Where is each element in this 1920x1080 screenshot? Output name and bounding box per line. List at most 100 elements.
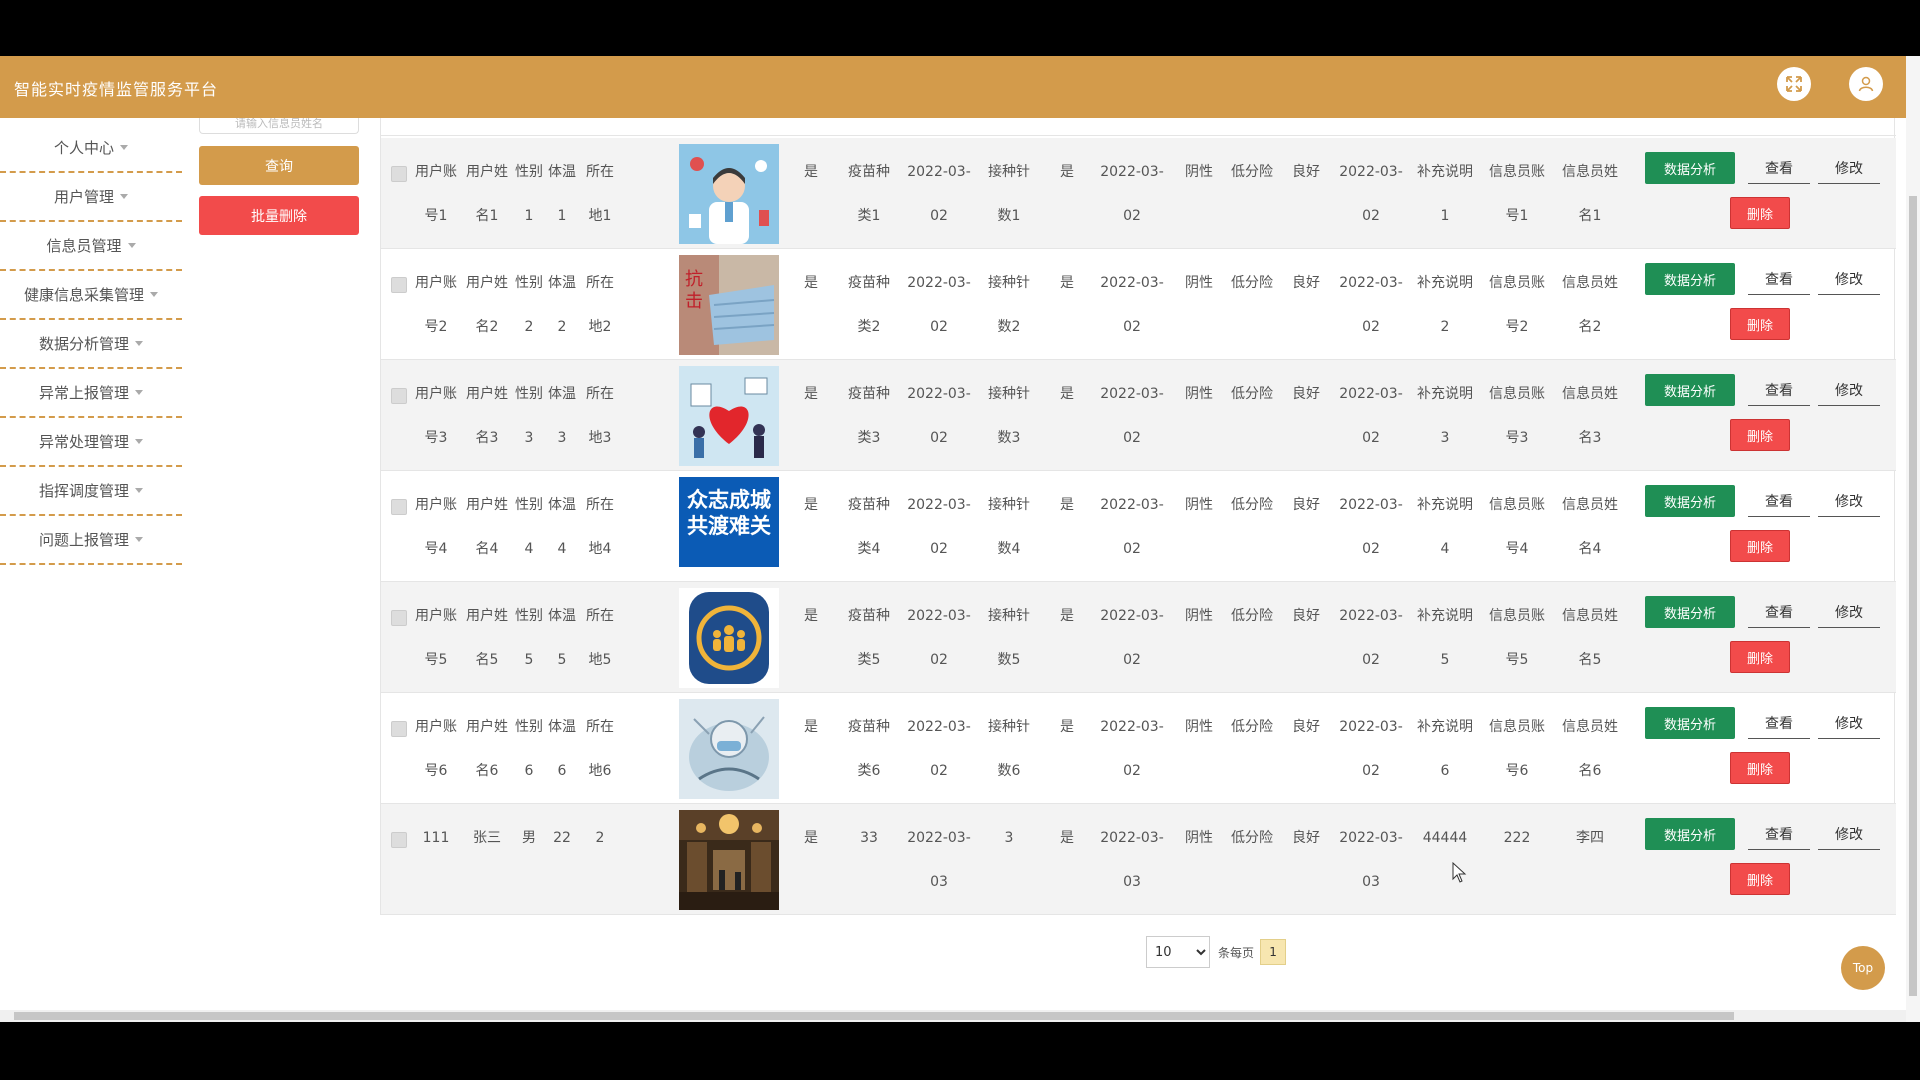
cell-note: 补充说明 4 <box>1417 497 1473 557</box>
cell-report-date: 2022-03- 02 <box>1339 719 1403 779</box>
view-button[interactable]: 查看 <box>1748 707 1810 739</box>
caret-down-icon <box>135 537 143 542</box>
cell-report-date: 2022-03- 02 <box>1339 386 1403 446</box>
scroll-thumb[interactable] <box>1909 196 1917 996</box>
cell-vaccine-type: 33 <box>860 830 878 846</box>
sidebar-item-issue-report[interactable]: 问题上报管理 <box>0 516 182 565</box>
cell-location: 所在 地5 <box>586 608 614 668</box>
edit-button[interactable]: 修改 <box>1818 152 1880 184</box>
edit-button[interactable]: 修改 <box>1818 707 1880 739</box>
cell-vaccine-date: 2022-03- 02 <box>907 497 971 557</box>
sidebar-item-label: 数据分析管理 <box>38 335 129 353</box>
poster-line-1: 众志成城 <box>687 488 771 512</box>
cell-officer-account: 信息员账 号6 <box>1489 719 1545 779</box>
cell-note: 补充说明 6 <box>1417 719 1473 779</box>
user-icon[interactable] <box>1849 67 1883 101</box>
edit-button[interactable]: 修改 <box>1818 596 1880 628</box>
view-button[interactable]: 查看 <box>1748 263 1810 295</box>
table-row: 用户账 号3 用户姓 名3 性别 3 体温 3 所在 地3 是疫苗种 类3 2022-03-… <box>381 360 1896 471</box>
sidebar-item-dispatch[interactable]: 指挥调度管理 <box>0 467 182 516</box>
cell-vaccine-date: 2022-03- 02 <box>907 386 971 446</box>
screen: 智能实时疫情监管服务平台 个人中心 用户管理 信息员管理 健康信息采集管理 数据… <box>0 0 1920 1080</box>
cell-note: 补充说明 5 <box>1417 608 1473 668</box>
back-to-top-button[interactable]: Top <box>1841 946 1885 990</box>
sidebar-item-anomaly-handling[interactable]: 异常处理管理 <box>0 418 182 467</box>
search-input[interactable]: 请输入信息员姓名 <box>199 118 359 134</box>
view-button[interactable]: 查看 <box>1748 152 1810 184</box>
delete-button[interactable]: 删除 <box>1730 419 1790 451</box>
view-button[interactable]: 查看 <box>1748 818 1810 850</box>
delete-button[interactable]: 删除 <box>1730 308 1790 340</box>
fullscreen-icon[interactable] <box>1777 67 1811 101</box>
table-row: 用户账 号1 用户姓 名1 性别 1 体温 1 所在 地1 是疫苗种 类1 2022-03-… <box>381 138 1896 249</box>
cell-officer-account: 信息员账 号5 <box>1489 608 1545 668</box>
row-thumbnail[interactable] <box>679 366 779 466</box>
delete-button[interactable]: 删除 <box>1730 863 1790 895</box>
view-button[interactable]: 查看 <box>1748 374 1810 406</box>
edit-button[interactable]: 修改 <box>1818 485 1880 517</box>
caret-down-icon <box>135 439 143 444</box>
row-thumbnail[interactable] <box>679 144 779 244</box>
data-analysis-button[interactable]: 数据分析 <box>1645 374 1735 406</box>
query-button[interactable]: 查询 <box>199 146 359 185</box>
sidebar-item-personal-center[interactable]: 个人中心 <box>0 124 182 173</box>
page-number-current[interactable]: 1 <box>1260 939 1287 965</box>
data-table: 用户账 号1 用户姓 名1 性别 1 体温 1 所在 地1 是疫苗种 类1 2022-03-… <box>380 118 1896 918</box>
row-thumbnail[interactable] <box>679 810 779 910</box>
delete-button[interactable]: 删除 <box>1730 752 1790 784</box>
sidebar-item-label: 问题上报管理 <box>38 531 129 549</box>
row-thumbnail[interactable]: 众志成城 共渡难关 <box>679 477 779 577</box>
svg-text:抗: 抗 <box>685 269 703 290</box>
cell-officer-name: 信息员姓 名4 <box>1562 497 1618 557</box>
cell-report-date: 2022-03- 02 <box>1339 275 1403 335</box>
cell-note: 44444 <box>1422 830 1468 846</box>
data-analysis-button[interactable]: 数据分析 <box>1645 152 1735 184</box>
top-bar: 智能实时疫情监管服务平台 <box>0 56 1920 118</box>
data-analysis-button[interactable]: 数据分析 <box>1645 263 1735 295</box>
sidebar-item-data-analysis[interactable]: 数据分析管理 <box>0 320 182 369</box>
view-button[interactable]: 查看 <box>1748 596 1810 628</box>
poster-line-2: 共渡难关 <box>687 514 771 538</box>
view-button[interactable]: 查看 <box>1748 485 1810 517</box>
cell-officer-name: 信息员姓 名2 <box>1562 275 1618 335</box>
sidebar-item-user-management[interactable]: 用户管理 <box>0 173 182 222</box>
sidebar-item-label: 指挥调度管理 <box>38 482 129 500</box>
cell-vaccine-type: 疫苗种 类1 <box>848 164 890 224</box>
cell-vaccine-date: 2022-03- 02 <box>907 275 971 335</box>
row-thumbnail[interactable]: 抗击 <box>679 255 779 355</box>
app-title: 智能实时疫情监管服务平台 <box>14 80 219 99</box>
delete-button[interactable]: 删除 <box>1730 641 1790 673</box>
sidebar-item-officer-management[interactable]: 信息员管理 <box>0 222 182 271</box>
delete-button[interactable]: 删除 <box>1730 530 1790 562</box>
cell-vaccine-type: 疫苗种 类2 <box>848 275 890 335</box>
vertical-scrollbar[interactable] <box>1906 56 1920 1022</box>
data-analysis-button[interactable]: 数据分析 <box>1645 485 1735 517</box>
scroll-thumb[interactable] <box>14 1012 1734 1020</box>
page-size-select[interactable]: 102050 <box>1146 936 1210 968</box>
caret-down-icon <box>150 292 158 297</box>
batch-delete-button[interactable]: 批量删除 <box>199 196 359 235</box>
row-thumbnail[interactable] <box>679 699 779 799</box>
table-row: 用户账 号5 用户姓 名5 性别 5 体温 5 所在 地5 是疫苗种 类5 2022-03-… <box>381 582 1896 693</box>
data-analysis-button[interactable]: 数据分析 <box>1645 818 1735 850</box>
data-analysis-button[interactable]: 数据分析 <box>1645 707 1735 739</box>
edit-button[interactable]: 修改 <box>1818 374 1880 406</box>
cell-location: 所在 地1 <box>586 164 614 224</box>
edit-button[interactable]: 修改 <box>1818 263 1880 295</box>
delete-button[interactable]: 删除 <box>1730 197 1790 229</box>
caret-down-icon <box>120 194 128 199</box>
sidebar-item-label: 异常上报管理 <box>38 384 129 402</box>
cell-note: 补充说明 3 <box>1417 386 1473 446</box>
edit-button[interactable]: 修改 <box>1818 818 1880 850</box>
sidebar-item-health-collection[interactable]: 健康信息采集管理 <box>0 271 182 320</box>
table-row: 用户账 号4 用户姓 名4 性别 4 体温 4 所在 地4 是疫苗种 类4 2022-03-… <box>381 471 1896 582</box>
sidebar-item-anomaly-report[interactable]: 异常上报管理 <box>0 369 182 418</box>
sidebar-item-label: 异常处理管理 <box>38 433 129 451</box>
cell-officer-name: 信息员姓 名1 <box>1562 164 1618 224</box>
caret-down-icon <box>127 243 136 248</box>
row-thumbnail[interactable] <box>679 588 779 688</box>
cell-note: 补充说明 1 <box>1417 164 1473 224</box>
cell-location: 所在 地3 <box>586 386 614 446</box>
data-analysis-button[interactable]: 数据分析 <box>1645 596 1735 628</box>
horizontal-scrollbar[interactable] <box>0 1010 1906 1022</box>
